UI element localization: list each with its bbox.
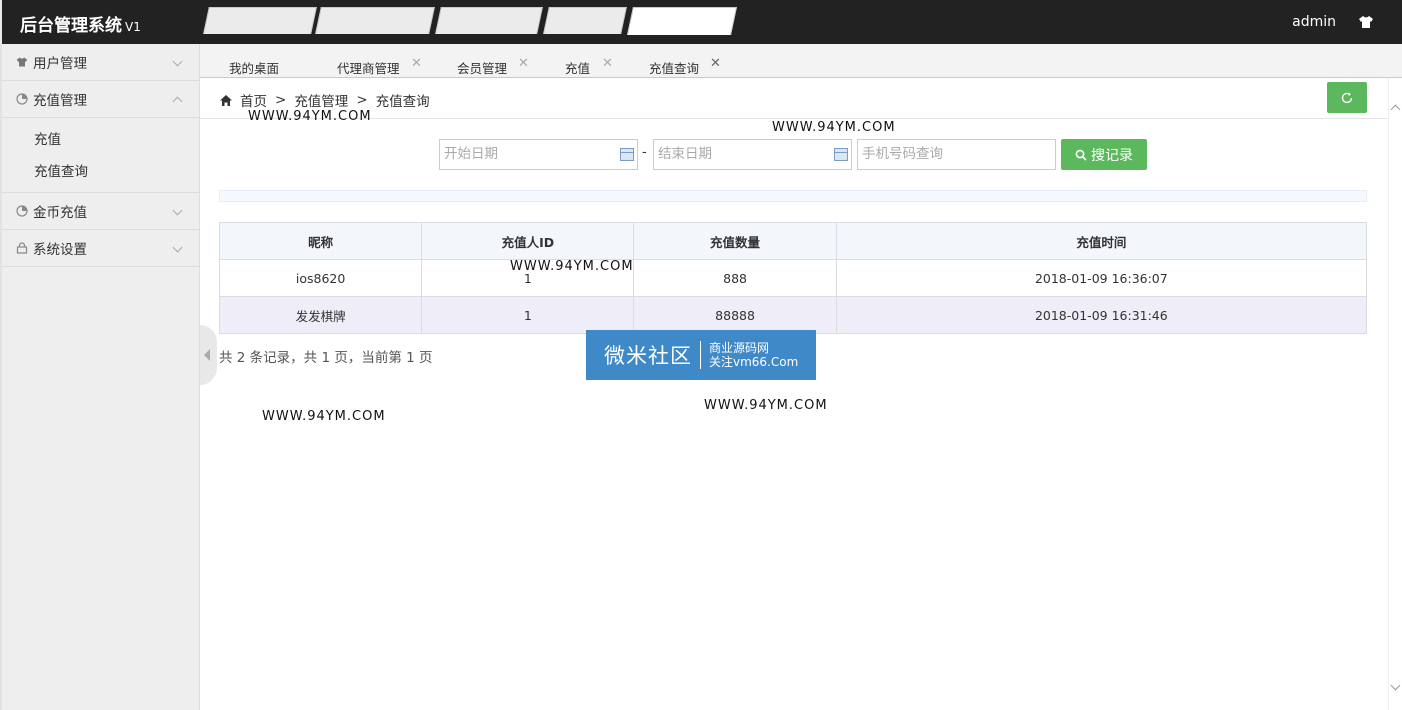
sidebar-subitem-recharge[interactable]: 充值: [2, 124, 199, 156]
banner-line2: 关注vm66.Com: [709, 355, 799, 369]
breadcrumb-level1[interactable]: 充值管理: [294, 90, 348, 110]
tab-label: 我的桌面: [229, 61, 280, 76]
tab-label: 充值查询: [649, 61, 700, 76]
breadcrumb-level2: 充值查询: [375, 94, 430, 110]
sidebar-collapse-handle[interactable]: [200, 325, 217, 385]
home-icon: [220, 94, 232, 106]
banner-line1: 商业源码网: [709, 341, 770, 355]
start-date-input[interactable]: 开始日期: [439, 139, 638, 170]
sidebar-item-recharge-management[interactable]: 充值管理: [2, 81, 199, 118]
cell-nickname: ios8620: [218, 259, 423, 297]
sidebar-item-label: 用户管理: [33, 56, 87, 72]
search-icon: [1075, 149, 1087, 161]
start-date-placeholder: 开始日期: [444, 146, 498, 162]
watermark-text: WWW.94YM.COM: [704, 398, 828, 413]
end-date-input[interactable]: 结束日期: [653, 139, 852, 170]
table-header-row: 昵称 充值人ID 充值数量 充值时间: [218, 222, 1368, 260]
column-header-amount[interactable]: 充值数量: [633, 222, 837, 260]
tab-recharge[interactable]: [543, 7, 627, 34]
watermark-text: WWW.94YM.COM: [262, 409, 386, 424]
sidebar-item-gold-recharge[interactable]: 金币充值: [2, 193, 199, 230]
cell-user-id: 1: [421, 296, 635, 334]
watermark-text: WWW.94YM.COM: [772, 120, 896, 135]
main-content: [200, 78, 1388, 710]
column-header-time[interactable]: 充值时间: [835, 222, 1368, 260]
cell-amount: 88888: [633, 296, 837, 334]
search-button-label: 搜记录: [1091, 147, 1133, 164]
chevron-down-icon: [172, 205, 183, 216]
banner-subtitle: 商业源码网 关注vm66.Com: [709, 341, 798, 369]
cell-time: 2018-01-09 16:31:46: [835, 296, 1368, 334]
watermark-text: WWW.94YM.COM: [510, 259, 634, 274]
chevron-left-icon: [204, 349, 210, 361]
records-table: 昵称 充值人ID 充值数量 充值时间 ios8620 1 888 2018-01…: [218, 222, 1368, 334]
column-header-nickname[interactable]: 昵称: [218, 222, 423, 260]
shirt-icon[interactable]: [1358, 15, 1374, 29]
cell-time: 2018-01-09 16:36:07: [835, 259, 1368, 297]
sidebar-subitem-recharge-query[interactable]: 充值查询: [2, 156, 199, 188]
tab-member-management[interactable]: [435, 7, 543, 34]
cell-nickname: 发发棋牌: [218, 296, 423, 334]
column-header-user-id[interactable]: 充值人ID: [421, 222, 635, 260]
chevron-down-icon: [172, 56, 183, 67]
sidebar-item-user-management[interactable]: 用户管理: [2, 44, 199, 81]
table-row: 发发棋牌 1 88888 2018-01-09 16:31:46: [218, 296, 1368, 334]
sidebar: 用户管理 充值管理 充值 充值查询 金币充值 系统设置: [0, 44, 200, 710]
banner-divider: [700, 341, 701, 369]
calendar-icon[interactable]: [834, 148, 848, 161]
table-row: ios8620 1 888 2018-01-09 16:36:07: [218, 259, 1368, 297]
tab-label: 会员管理: [457, 61, 508, 76]
refresh-button[interactable]: [1327, 82, 1367, 113]
tab-desktop[interactable]: [203, 7, 317, 34]
toolbar-strip: [219, 190, 1367, 202]
sidebar-item-system-settings[interactable]: 系统设置: [2, 230, 199, 267]
sidebar-item-label: 充值管理: [33, 93, 87, 109]
refresh-icon: [1341, 92, 1353, 103]
close-icon[interactable]: ✕: [602, 56, 613, 71]
sidebar-item-label: 金币充值: [33, 205, 87, 221]
chevron-up-icon: [172, 96, 183, 107]
phone-search-input[interactable]: 手机号码查询: [857, 139, 1056, 170]
tab-agent-management[interactable]: [315, 7, 435, 34]
search-records-button[interactable]: 搜记录: [1061, 139, 1147, 170]
app-version: V1: [125, 20, 141, 34]
phone-search-placeholder: 手机号码查询: [862, 146, 943, 162]
close-icon[interactable]: ✕: [710, 56, 721, 71]
banner-title: 微米社区: [604, 344, 692, 368]
lock-icon: [16, 242, 28, 254]
end-date-placeholder: 结束日期: [658, 146, 712, 162]
submenu-recharge: 充值 充值查询: [2, 118, 199, 193]
watermark-banner: 微米社区 商业源码网 关注vm66.Com: [586, 330, 816, 380]
tab-label: 代理商管理: [337, 61, 400, 76]
tab-label: 充值: [565, 61, 591, 76]
scrollbar[interactable]: [1388, 78, 1402, 710]
pagination-summary: 共 2 条记录，共 1 页，当前第 1 页: [219, 350, 433, 366]
sidebar-item-label: 系统设置: [33, 242, 87, 258]
shirt-icon: [16, 57, 28, 67]
cell-amount: 888: [633, 259, 837, 297]
breadcrumb-separator: >: [275, 92, 287, 108]
username[interactable]: admin: [1292, 14, 1336, 30]
divider: [200, 118, 1388, 119]
date-range-dash: -: [642, 145, 647, 160]
close-icon[interactable]: ✕: [518, 56, 529, 71]
breadcrumb-home[interactable]: 首页: [240, 90, 267, 110]
calendar-icon[interactable]: [620, 148, 634, 161]
app-title[interactable]: 后台管理系统 V1: [20, 11, 141, 36]
close-icon[interactable]: ✕: [411, 56, 422, 71]
tab-recharge-query[interactable]: [627, 7, 737, 35]
pie-icon: [16, 93, 28, 105]
breadcrumb: 首页 > 充值管理 > 充值查询: [220, 90, 430, 110]
scroll-up-icon[interactable]: [1390, 104, 1401, 115]
pie-icon: [16, 205, 28, 217]
watermark-text: WWW.94YM.COM: [248, 109, 372, 124]
scroll-down-icon[interactable]: [1390, 680, 1401, 691]
breadcrumb-separator: >: [356, 92, 368, 108]
chevron-down-icon: [172, 242, 183, 253]
